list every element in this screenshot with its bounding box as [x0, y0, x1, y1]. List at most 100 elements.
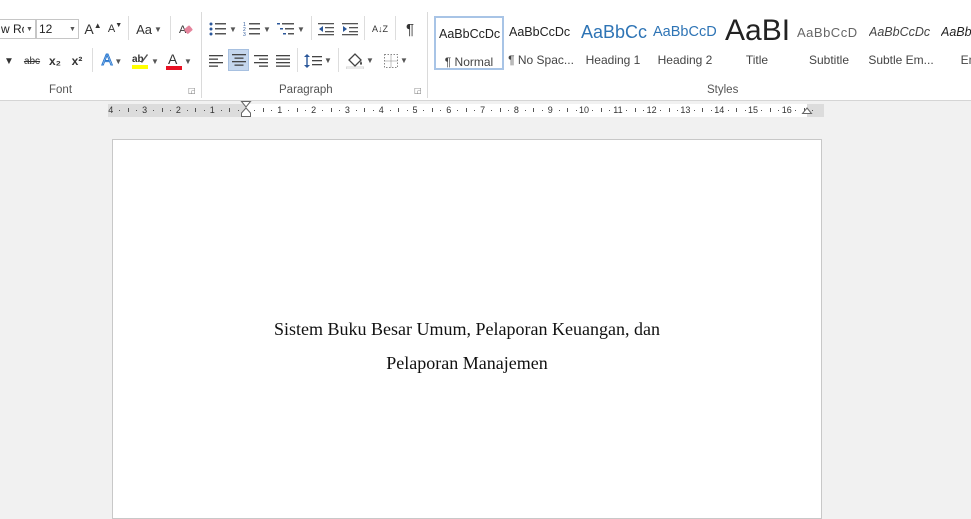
horizontal-ruler[interactable]: 4 3 2 1 1 2 3 4 5 6 7 8 9 10 11 12 13 14 15 16 — [108, 101, 824, 117]
line-spacing-button[interactable]: ▼ — [302, 50, 334, 71]
ruler-tick — [229, 108, 231, 112]
style-item[interactable]: AaBI Title — [722, 16, 792, 70]
ruler-tick — [355, 110, 357, 111]
chevron-down-icon: ▼ — [4, 55, 14, 67]
line-spacing-icon — [304, 53, 323, 68]
ruler-tick — [398, 108, 400, 112]
chevron-down-icon: ▼ — [229, 24, 237, 34]
font-color-button[interactable]: A ▼ — [164, 51, 194, 71]
style-name: Heading 2 — [657, 53, 713, 67]
borders-button[interactable]: ▼ — [380, 50, 412, 71]
ruler-number: 2 — [311, 105, 317, 115]
pilcrow-icon: ¶ — [405, 20, 415, 38]
grow-font-icon: A — [84, 21, 94, 37]
style-item[interactable]: AaBb Emp — [938, 16, 971, 70]
ruler-number: 9 — [547, 105, 553, 115]
style-item[interactable]: AaBbCcDc Subtle Em... — [866, 16, 936, 70]
styles-group-label: Styles — [707, 84, 739, 96]
subscript-button[interactable]: x₂ — [46, 51, 64, 71]
ruler-tick — [744, 110, 746, 111]
divider — [297, 48, 298, 72]
style-item[interactable]: AaBbCcDc ¶ No Spac... — [506, 16, 576, 70]
style-name: Subtitle — [808, 53, 850, 67]
style-preview: AaBbCcDc — [439, 27, 501, 41]
font-size-combo[interactable]: 12 ▼ — [36, 19, 79, 39]
borders-icon — [384, 53, 399, 68]
decrease-indent-button[interactable] — [316, 19, 336, 39]
chevron-down-icon: ▼ — [297, 24, 305, 34]
ruler-tick — [533, 108, 535, 112]
ruler-tick — [153, 110, 155, 111]
align-left-button[interactable] — [206, 50, 226, 71]
ruler-tick — [541, 110, 543, 111]
style-item[interactable]: AaBbCcD Heading 2 — [650, 16, 720, 70]
chevron-down-icon: ▼ — [114, 56, 123, 66]
clear-formatting-button[interactable]: A — [176, 19, 196, 39]
align-center-button[interactable] — [228, 49, 249, 71]
style-item[interactable]: AaBbCc Heading 1 — [578, 16, 648, 70]
chevron-down-icon: ▼ — [184, 56, 192, 66]
style-name: ¶ Normal — [444, 55, 494, 69]
change-case-button[interactable]: Aa ▼ — [134, 19, 164, 39]
paragraph-dialog-launcher-icon[interactable]: ◲ — [414, 86, 422, 95]
chevron-down-icon: ▼ — [263, 24, 271, 34]
text-effects-button[interactable]: A ▼ — [98, 51, 126, 71]
ruler-tick — [271, 110, 273, 111]
ruler-tick — [423, 110, 425, 111]
chevron-down-icon: ▼ — [324, 56, 332, 65]
increase-indent-button[interactable] — [340, 19, 360, 39]
ruler-tick — [237, 110, 239, 111]
ruler-number: 3 — [344, 105, 350, 115]
style-item[interactable]: AaBbCcD Subtitle — [794, 16, 864, 70]
shading-button[interactable]: ▼ — [343, 50, 377, 71]
divider — [170, 16, 171, 40]
text-effects-icon: A — [101, 52, 113, 70]
ruler-number: 10 — [579, 105, 590, 115]
style-name: Subtle Em... — [868, 53, 934, 67]
strikethrough-button[interactable]: abc — [22, 51, 42, 71]
grow-font-button[interactable]: A ▲ — [84, 19, 102, 39]
font-dialog-launcher-icon[interactable]: ◲ — [188, 86, 196, 95]
superscript-button[interactable]: x² — [68, 51, 86, 71]
bullets-icon — [209, 22, 227, 36]
font-color-icon: A — [166, 52, 183, 70]
sort-button[interactable]: A↓Z — [369, 19, 391, 39]
bullets-button[interactable]: ▼ — [207, 19, 239, 39]
ruler-tick — [609, 110, 611, 111]
ruler-number: 13 — [680, 105, 691, 115]
show-formatting-marks-button[interactable]: ¶ — [400, 19, 420, 39]
align-right-button[interactable] — [251, 50, 271, 71]
shrink-font-button[interactable]: A ▼ — [106, 19, 124, 39]
ruler-number: 1 — [209, 105, 215, 115]
highlight-color-button[interactable]: ab ▼ — [130, 51, 160, 71]
document-page[interactable]: Sistem Buku Besar Umum, Pelaporan Keuang… — [112, 139, 822, 519]
ruler-number: 5 — [412, 105, 418, 115]
underline-dropdown[interactable]: ▼ — [0, 51, 18, 71]
group-separator — [427, 12, 428, 98]
ruler-tick — [668, 108, 670, 112]
svg-text:ab: ab — [132, 54, 144, 65]
style-name: Emp — [960, 53, 971, 67]
paint-bucket-icon — [346, 52, 365, 69]
font-name-combo[interactable]: w Ro ▼ — [0, 19, 36, 39]
ruler-tick — [499, 108, 501, 112]
ruler-number: 4 — [108, 105, 114, 115]
ruler-number: 12 — [646, 105, 657, 115]
justify-button[interactable] — [273, 50, 293, 71]
style-preview: AaBbCcDc — [869, 25, 931, 39]
decrease-indent-icon — [318, 23, 334, 36]
style-name: Title — [745, 53, 769, 67]
ruler-tick — [710, 110, 712, 111]
ruler-tick — [296, 108, 298, 112]
style-preview: AaBbCcD — [797, 25, 858, 40]
change-case-icon: Aa — [136, 21, 152, 37]
numbering-button[interactable]: 1 2 3 ▼ — [241, 19, 273, 39]
ruler-tick — [186, 110, 188, 111]
multilevel-list-button[interactable]: ▼ — [275, 19, 307, 39]
ruler-tick — [626, 110, 628, 111]
ruler-tick — [693, 110, 695, 111]
style-item[interactable]: AaBbCcDc ¶ Normal — [434, 16, 504, 70]
group-separator — [201, 12, 202, 98]
ruler-number: 1 — [277, 105, 283, 115]
ruler-number: 3 — [142, 105, 148, 115]
